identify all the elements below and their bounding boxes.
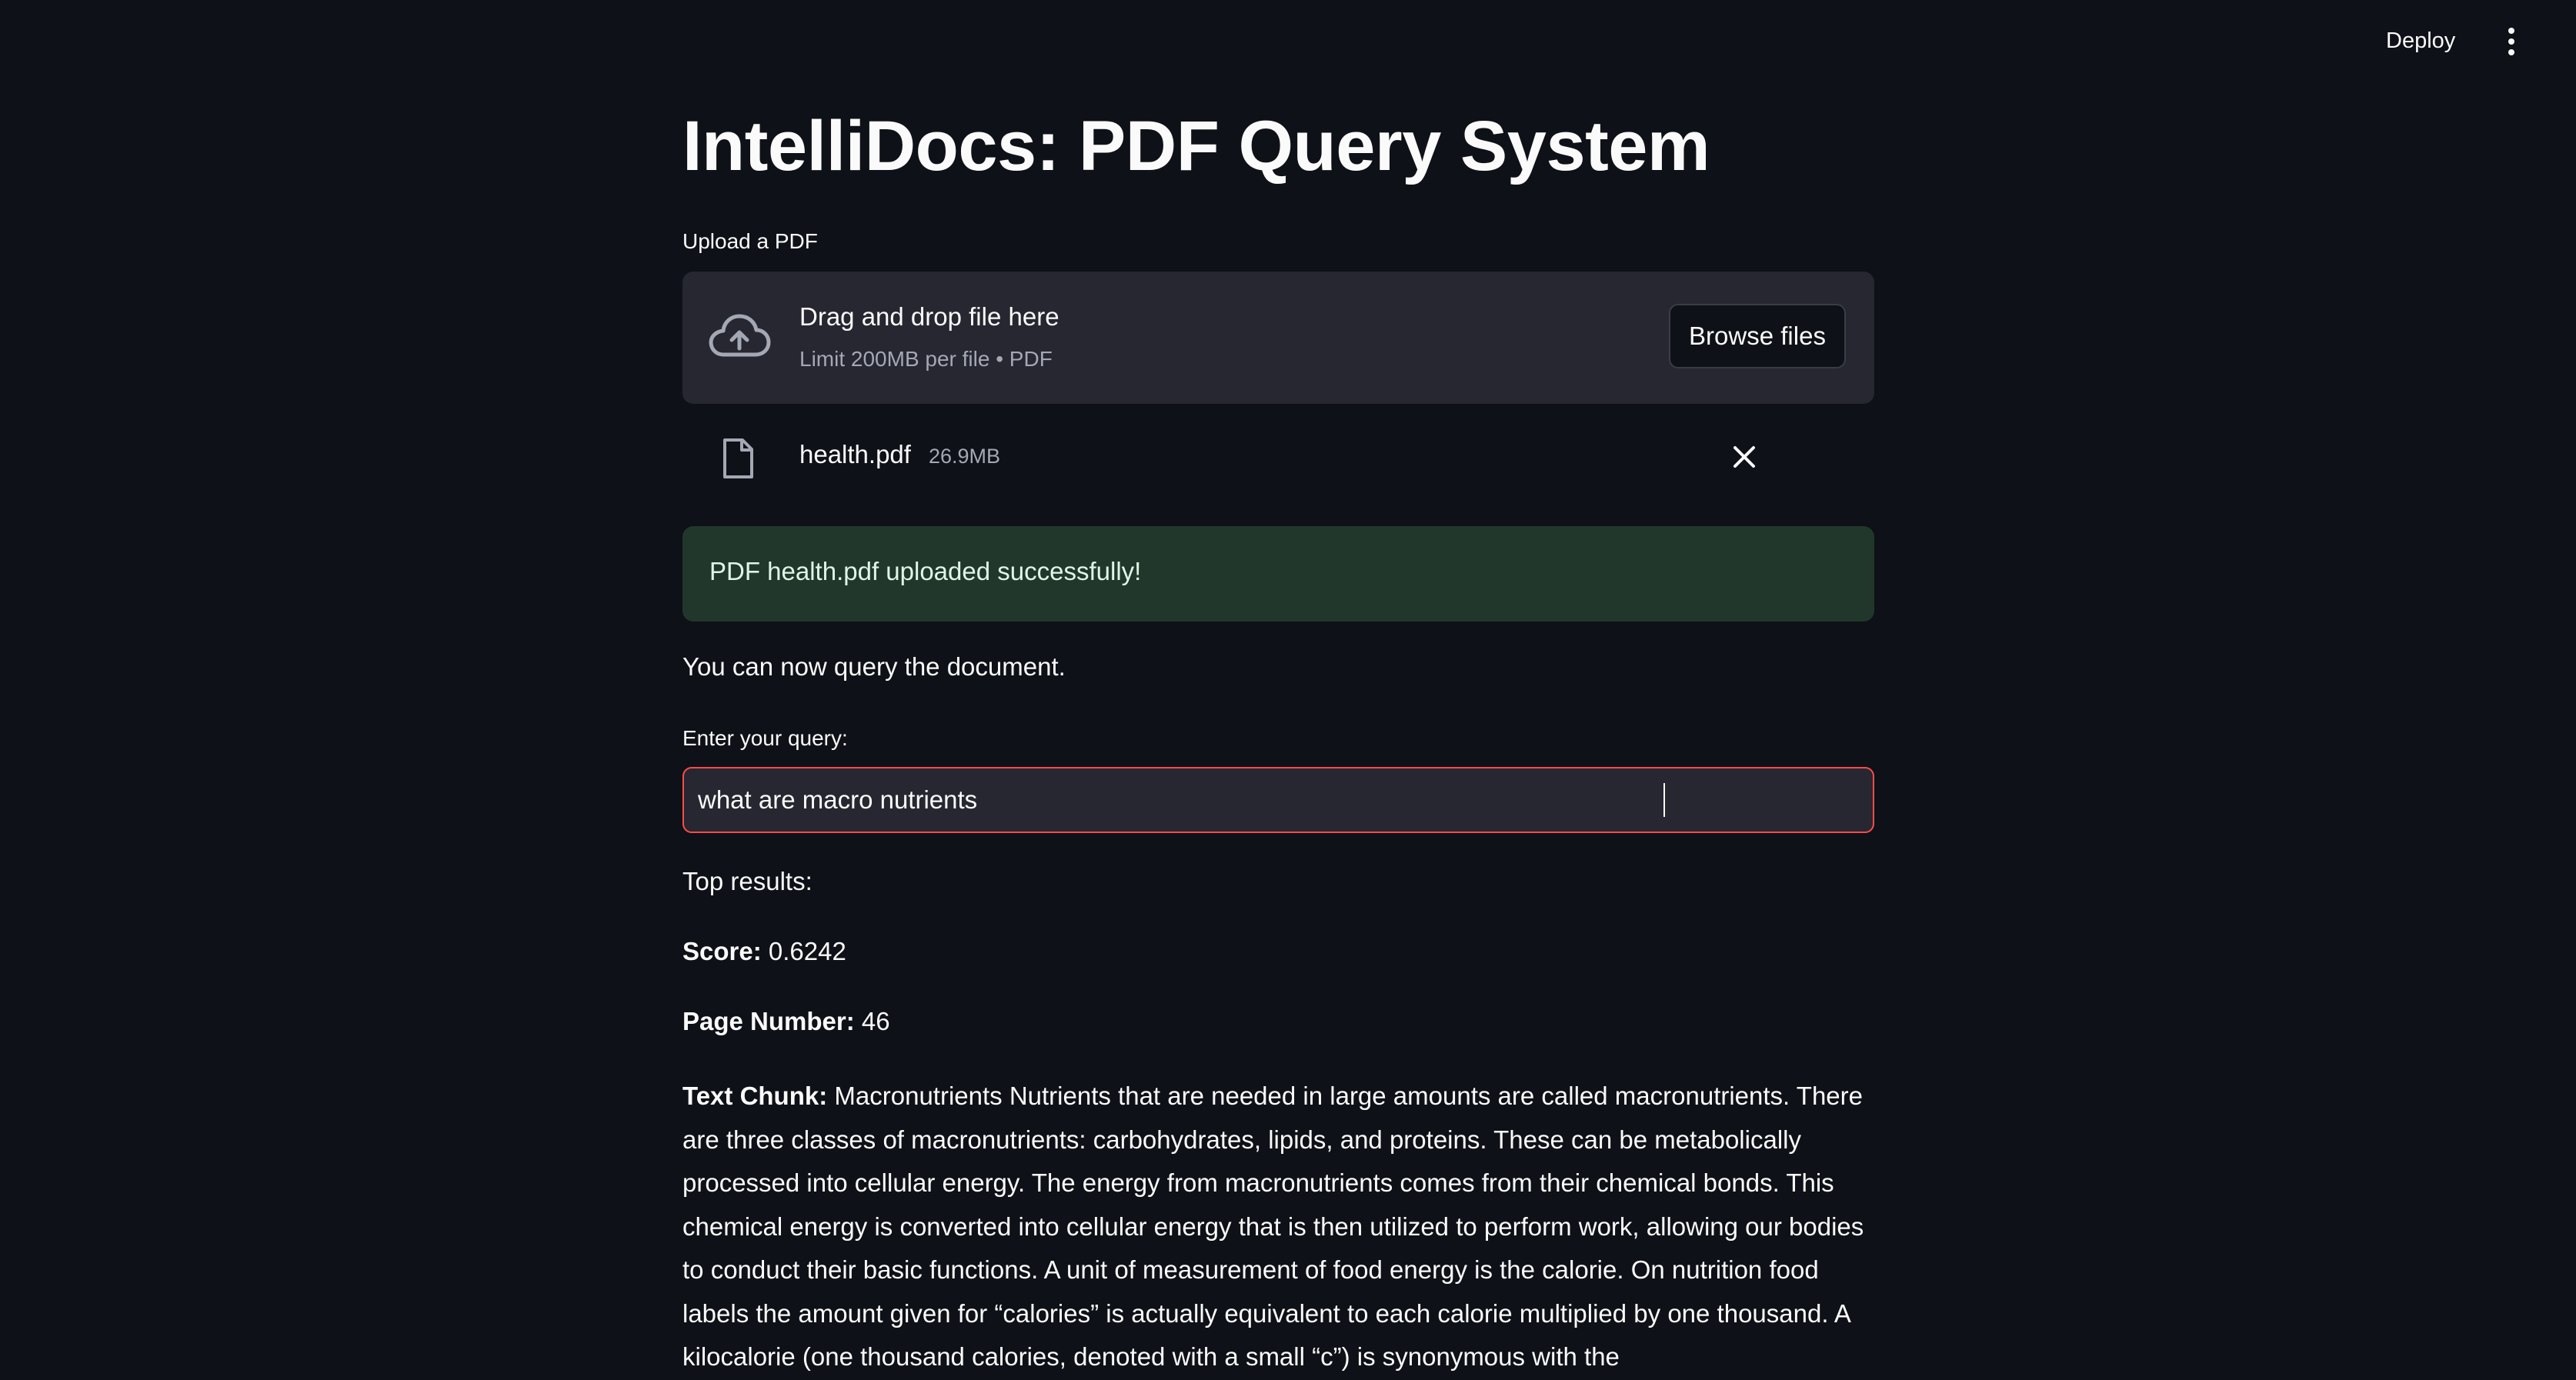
results-heading: Top results: bbox=[682, 867, 813, 895]
upload-label: Upload a PDF bbox=[682, 229, 818, 253]
browse-files-button[interactable]: Browse files bbox=[1669, 304, 1846, 368]
query-label: Enter your query: bbox=[682, 726, 848, 750]
page-number-label: Page Number: bbox=[682, 1007, 855, 1035]
menu-dot bbox=[2508, 49, 2514, 55]
close-icon[interactable] bbox=[1727, 440, 1761, 474]
menu-dot bbox=[2508, 38, 2514, 45]
top-toolbar: Deploy bbox=[0, 0, 2576, 77]
deploy-button[interactable]: Deploy bbox=[2374, 23, 2468, 58]
page-number-line: Page Number: 46 bbox=[682, 1007, 890, 1036]
score-label: Score: bbox=[682, 937, 762, 965]
success-alert: PDF health.pdf uploaded successfully! bbox=[682, 526, 1874, 622]
text-chunk-label: Text Chunk: bbox=[682, 1082, 828, 1110]
text-caret bbox=[1663, 783, 1665, 817]
dropzone-title: Drag and drop file here bbox=[799, 302, 1059, 331]
file-size: 26.9MB bbox=[929, 445, 1001, 468]
score-line: Score: 0.6242 bbox=[682, 937, 846, 966]
uploaded-file-row: health.pdf 26.9MB bbox=[682, 428, 1874, 488]
text-chunk: Text Chunk: Macronutrients Nutrients tha… bbox=[682, 1075, 1874, 1379]
dropzone-limit-text: Limit 200MB per file • PDF bbox=[799, 347, 1053, 371]
score-value: 0.6242 bbox=[768, 937, 846, 965]
kebab-menu-icon[interactable] bbox=[2494, 25, 2528, 58]
text-chunk-body: Macronutrients Nutrients that are needed… bbox=[682, 1082, 1864, 1371]
page-title: IntelliDocs: PDF Query System bbox=[682, 107, 1710, 185]
menu-dot bbox=[2508, 28, 2514, 34]
info-text: You can now query the document. bbox=[682, 652, 1066, 681]
query-input[interactable] bbox=[682, 767, 1874, 833]
file-icon bbox=[723, 438, 753, 478]
file-name: health.pdf bbox=[799, 440, 911, 468]
page-number-value: 46 bbox=[861, 1007, 890, 1035]
file-dropzone[interactable]: Drag and drop file here Limit 200MB per … bbox=[682, 272, 1874, 404]
cloud-upload-icon bbox=[709, 314, 771, 357]
success-message: PDF health.pdf uploaded successfully! bbox=[709, 557, 1142, 585]
